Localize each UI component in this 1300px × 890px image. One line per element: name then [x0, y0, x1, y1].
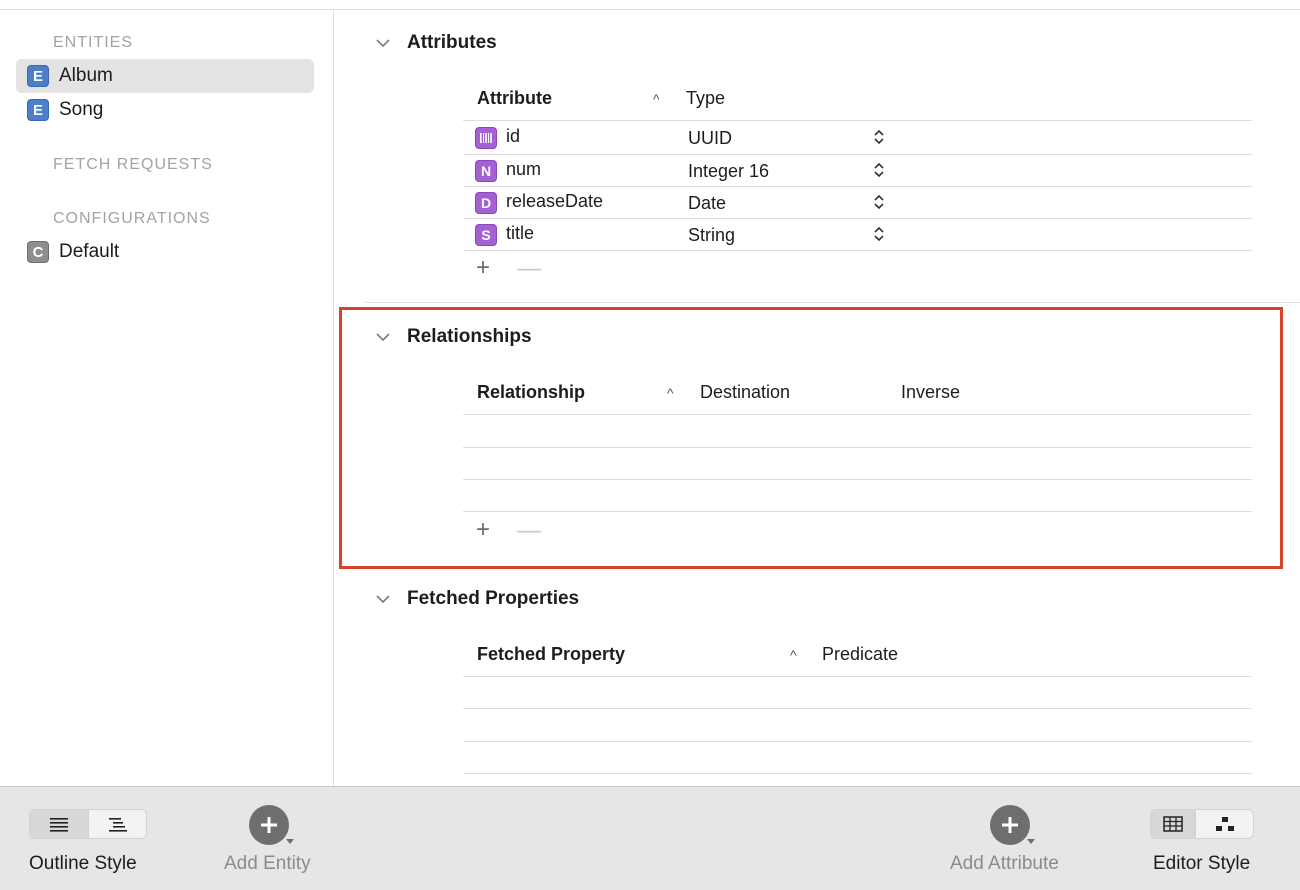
entity-icon: E	[27, 65, 49, 87]
configuration-icon: C	[27, 241, 49, 263]
entities-header: ENTITIES	[53, 34, 134, 51]
column-header-type[interactable]: Type	[686, 88, 725, 109]
entity-icon: E	[27, 99, 49, 121]
date-icon: D	[475, 192, 497, 214]
number-icon: N	[475, 160, 497, 182]
graph-icon[interactable]	[1195, 810, 1253, 838]
list-icon[interactable]	[30, 810, 88, 838]
attribute-row-num[interactable]: N num Integer 16	[475, 155, 1250, 187]
editor-style-segmented-control[interactable]	[1150, 809, 1254, 839]
attribute-type[interactable]: Date	[688, 193, 726, 214]
chevron-updown-icon[interactable]	[873, 223, 885, 245]
sidebar-item-default[interactable]: C Default	[16, 235, 314, 269]
add-attribute-label: Add Attribute	[950, 853, 1059, 874]
attribute-name[interactable]: releaseDate	[506, 191, 603, 212]
add-entity-button[interactable]	[249, 805, 289, 845]
attribute-row-id[interactable]: id UUID	[475, 122, 1250, 154]
attribute-name[interactable]: num	[506, 159, 541, 180]
attributes-section-toggle[interactable]: Attributes	[375, 32, 497, 54]
window-top-border	[0, 0, 1300, 10]
attribute-type[interactable]: UUID	[688, 128, 732, 149]
attribute-name[interactable]: id	[506, 126, 520, 147]
attribute-type[interactable]: Integer 16	[688, 161, 769, 182]
chevron-updown-icon[interactable]	[873, 159, 885, 181]
fetched-properties-section-toggle[interactable]: Fetched Properties	[375, 588, 579, 610]
sidebar: ENTITIES E Album E Song FETCH REQUESTS C…	[0, 10, 334, 786]
remove-attribute-row-button[interactable]: —	[517, 255, 541, 283]
chevron-updown-icon[interactable]	[873, 191, 885, 213]
table-grid-icon[interactable]	[1151, 810, 1195, 838]
sidebar-item-album[interactable]: E Album	[16, 59, 314, 93]
column-header-attribute[interactable]: Attribute	[477, 88, 552, 109]
chevron-down-icon	[376, 39, 390, 48]
outline-style-segmented-control[interactable]	[29, 809, 147, 839]
string-icon: S	[475, 224, 497, 246]
table-row	[463, 773, 1252, 774]
add-entity-label: Add Entity	[224, 853, 311, 874]
column-header-fetched-property[interactable]: Fetched Property	[477, 644, 625, 665]
uuid-barcode-icon	[475, 127, 497, 149]
sidebar-item-label: Default	[59, 241, 120, 262]
highlight-box	[339, 307, 1283, 569]
editor-style-label: Editor Style	[1153, 853, 1251, 874]
table-row	[463, 708, 1252, 709]
attribute-type[interactable]: String	[688, 225, 735, 246]
dropdown-caret-icon[interactable]	[286, 839, 294, 844]
sidebar-item-label: Album	[59, 65, 113, 86]
fetched-properties-title: Fetched Properties	[407, 588, 580, 609]
outline-style-label: Outline Style	[29, 853, 137, 874]
attribute-row-title[interactable]: S title String	[475, 219, 1250, 251]
plus-icon	[1002, 817, 1018, 833]
dropdown-caret-icon[interactable]	[1027, 839, 1035, 844]
sort-ascending-icon[interactable]: ^	[790, 647, 797, 663]
add-attribute-row-button[interactable]: +	[476, 254, 490, 282]
sidebar-item-label: Song	[59, 99, 104, 120]
column-header-predicate[interactable]: Predicate	[822, 644, 898, 665]
chevron-down-icon	[376, 595, 390, 604]
table-row	[463, 741, 1252, 742]
hierarchy-list-icon[interactable]	[88, 810, 146, 838]
configurations-header: CONFIGURATIONS	[53, 210, 211, 227]
plus-icon	[261, 817, 277, 833]
fetch-requests-header: FETCH REQUESTS	[53, 156, 213, 173]
bottom-toolbar: Outline Style Add Entity Add Attribute E…	[0, 786, 1300, 890]
chevron-updown-icon[interactable]	[873, 126, 885, 148]
add-attribute-button[interactable]	[990, 805, 1030, 845]
sidebar-item-song[interactable]: E Song	[16, 93, 314, 127]
attribute-name[interactable]: title	[506, 223, 534, 244]
sort-ascending-icon[interactable]: ^	[653, 91, 660, 107]
attribute-row-releasedate[interactable]: D releaseDate Date	[475, 187, 1250, 219]
attributes-title: Attributes	[407, 32, 497, 53]
